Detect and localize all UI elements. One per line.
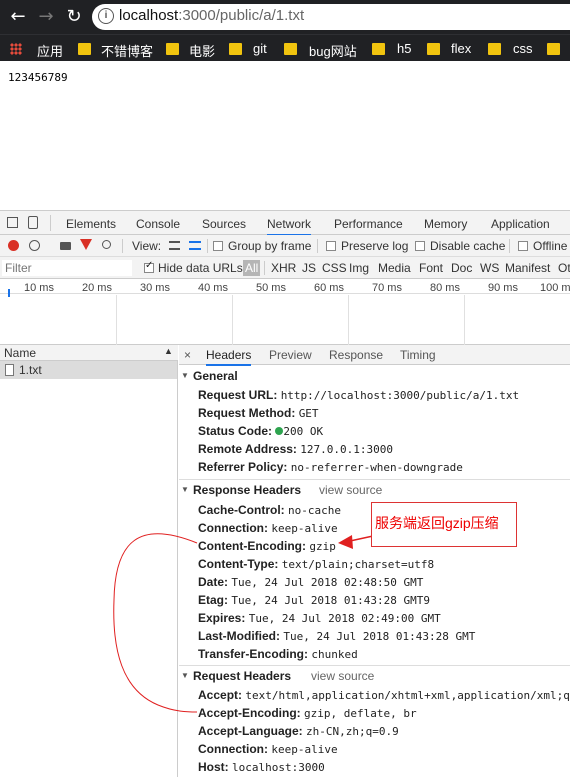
annotation-overlay [113,533,374,713]
annotation-arrow-line [349,535,374,542]
annotation-arrow-head [338,535,353,549]
annotation-loop-line [113,533,198,713]
annotation-callout: 服务端返回gzip压缩 [371,502,517,547]
